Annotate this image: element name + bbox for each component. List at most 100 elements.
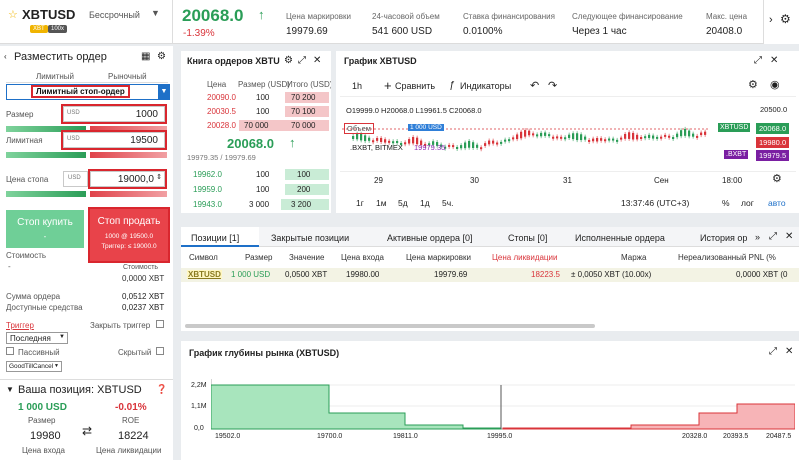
ohlc-readout: O19999.0 H20068.0 L19961.5 C20068.0	[346, 106, 482, 115]
sliders-icon[interactable]: ⚙	[780, 12, 791, 26]
auto-toggle[interactable]: авто	[768, 198, 786, 208]
stop-sell-button[interactable]: Стоп продать 1000 @ 19500.0 Триггер: ≤ 1…	[88, 207, 170, 263]
ask-row[interactable]: 20090.0 100 70 200	[181, 92, 331, 103]
indicators-button[interactable]: Индикаторы	[460, 81, 511, 91]
chart-title: График XBTUSD	[344, 56, 417, 66]
cost-label-right: Стоимость	[123, 264, 159, 271]
close-trigger-checkbox[interactable]	[156, 320, 164, 328]
compare-button[interactable]: Сравнить	[395, 81, 435, 91]
tab-market[interactable]: Рыночный	[108, 72, 147, 81]
symbol-title[interactable]: XBTUSD	[22, 7, 75, 22]
chevron-left-icon[interactable]: ›	[769, 14, 773, 26]
stat-funding: Ставка финансирования 0.0100%	[463, 12, 555, 37]
trigger-select[interactable]: Последняя ▼	[6, 332, 68, 344]
trigger-label[interactable]: Триггер	[6, 321, 34, 330]
expand-icon[interactable]: ⤢	[754, 55, 762, 66]
bxbt-tag-label: .BXBT	[724, 150, 749, 159]
size-input[interactable]: USD 1000	[61, 104, 167, 124]
order-type-select[interactable]: Лимитный стоп-ордер ▼	[6, 84, 170, 100]
range-1y[interactable]: 1г	[356, 198, 364, 208]
time-in-force-select[interactable]: GoodTillCancel ▼	[6, 361, 62, 372]
range-5h[interactable]: 5ч.	[442, 198, 454, 208]
chevron-down-icon[interactable]: ▼	[158, 85, 170, 99]
settings-icon[interactable]: ⚙	[748, 78, 758, 91]
bid-row[interactable]: 19943.0 3 000 3 200	[181, 199, 331, 210]
tab-positions[interactable]: Позиции [1]	[191, 233, 239, 243]
available-label: Доступные средства	[6, 303, 83, 312]
tab-limit[interactable]: Лимитный	[36, 72, 74, 81]
contract-type: Бессрочный	[89, 10, 140, 20]
tab-order-history[interactable]: История ор	[700, 233, 752, 243]
bxbt-legend-value: 19979.35	[414, 143, 446, 152]
bid-row[interactable]: 19959.0 100 200	[181, 184, 331, 195]
depth-chart[interactable]	[211, 379, 795, 437]
mark-price-tag: 19980.0	[756, 137, 790, 148]
redo-icon[interactable]: ↷	[548, 79, 557, 92]
position-symbol-link[interactable]: XBTUSD	[187, 270, 222, 279]
bxbt-tag: 19979.5	[756, 150, 790, 161]
tab-closed-positions[interactable]: Закрытые позиции	[271, 233, 349, 243]
expand-icon[interactable]: ⤢	[769, 346, 777, 357]
order-sum-label: Сумма ордера	[6, 292, 61, 301]
mid-price: 20068.0	[227, 136, 274, 151]
stat-volume: 24-часовой объем 541 600 USD	[372, 12, 440, 37]
close-icon[interactable]: ✕	[770, 55, 778, 66]
order-type-selected: Лимитный стоп-ордер	[31, 85, 130, 98]
interval-button[interactable]: 1h	[352, 81, 362, 91]
range-1d[interactable]: 1д	[420, 198, 430, 208]
chevron-down-icon[interactable]: ▼	[6, 385, 14, 394]
undo-icon[interactable]: ↶	[530, 79, 539, 92]
range-5d[interactable]: 5д	[398, 198, 408, 208]
gear-icon[interactable]: ⚙	[284, 55, 293, 66]
x-tick: 18:00	[722, 176, 743, 185]
star-icon[interactable]: ☆	[8, 8, 18, 21]
cost-label: Стоимость	[6, 251, 47, 260]
percent-toggle[interactable]: %	[722, 198, 730, 208]
stop-price-label: Цена стопа	[6, 175, 49, 184]
ask-row[interactable]: 20028.0 70 000 70 000	[181, 120, 331, 131]
close-icon[interactable]: ✕	[785, 346, 793, 357]
position-roe: -0.01%	[115, 402, 147, 413]
volume-value: 1 000 USD	[408, 124, 444, 131]
hidden-checkbox[interactable]	[156, 347, 164, 355]
stepper-icon[interactable]: ⇕	[156, 173, 162, 181]
bid-row[interactable]: 19962.0 100 100	[181, 169, 331, 180]
ask-row[interactable]: 20030.5 100 70 100	[181, 106, 331, 117]
plus-icon[interactable]: +	[384, 78, 392, 93]
position-row[interactable]: XBTUSD 1 000 USD 0,0500 XBT 19980.00 199…	[181, 268, 799, 282]
camera-icon[interactable]: ◉	[770, 78, 780, 91]
chevron-down-icon: ▼	[59, 334, 65, 340]
limit-price-input[interactable]: USD 19500	[61, 130, 167, 150]
chevron-right-icon[interactable]: »	[755, 232, 760, 242]
chevron-down-icon[interactable]: ▼	[151, 8, 160, 18]
horizontal-scrollbar[interactable]	[185, 324, 595, 328]
gear-icon[interactable]: ⚙	[157, 51, 166, 62]
passive-checkbox[interactable]	[6, 347, 14, 355]
close-icon[interactable]: ✕	[785, 231, 793, 242]
help-icon[interactable]: ❓	[156, 384, 167, 395]
arrow-up-icon: ↑	[289, 135, 296, 150]
calculator-icon[interactable]: ▦	[141, 51, 150, 62]
chevron-left-icon[interactable]: ‹	[4, 52, 7, 61]
expand-icon[interactable]: ⤢	[298, 55, 306, 66]
limit-slider-red	[90, 152, 167, 158]
function-icon[interactable]: ƒ	[449, 80, 455, 91]
expand-icon[interactable]: ⤢	[769, 231, 777, 242]
last-price-tag-label: XBTUSD	[718, 123, 751, 132]
leverage-badge: 100x	[48, 25, 68, 33]
tab-filled-orders[interactable]: Исполненные ордера	[575, 233, 665, 243]
stop-price-input[interactable]: 19000,0 ⇕	[88, 169, 167, 189]
tab-active-orders[interactable]: Активные ордера [0]	[387, 233, 473, 243]
tab-stops[interactable]: Стопы [0]	[508, 233, 547, 243]
x-tick: 19995.0	[487, 433, 513, 440]
stop-unit: USD	[63, 171, 88, 187]
close-icon[interactable]: ✕	[313, 55, 321, 66]
position-summary: ▼ Ваша позиция: XBTUSD ❓ 1 000 USD Разме…	[0, 379, 173, 460]
x-tick: 19811.0	[393, 433, 418, 440]
range-1m[interactable]: 1м	[376, 198, 387, 208]
settings-icon[interactable]: ⚙	[772, 172, 782, 185]
chart-clock: 13:37:46 (UTC+3)	[621, 198, 690, 208]
stop-buy-button[interactable]: Стоп купить -	[6, 210, 84, 248]
log-toggle[interactable]: лог	[741, 198, 754, 208]
settings-panel-toggle[interactable]: › ⚙	[763, 0, 799, 44]
